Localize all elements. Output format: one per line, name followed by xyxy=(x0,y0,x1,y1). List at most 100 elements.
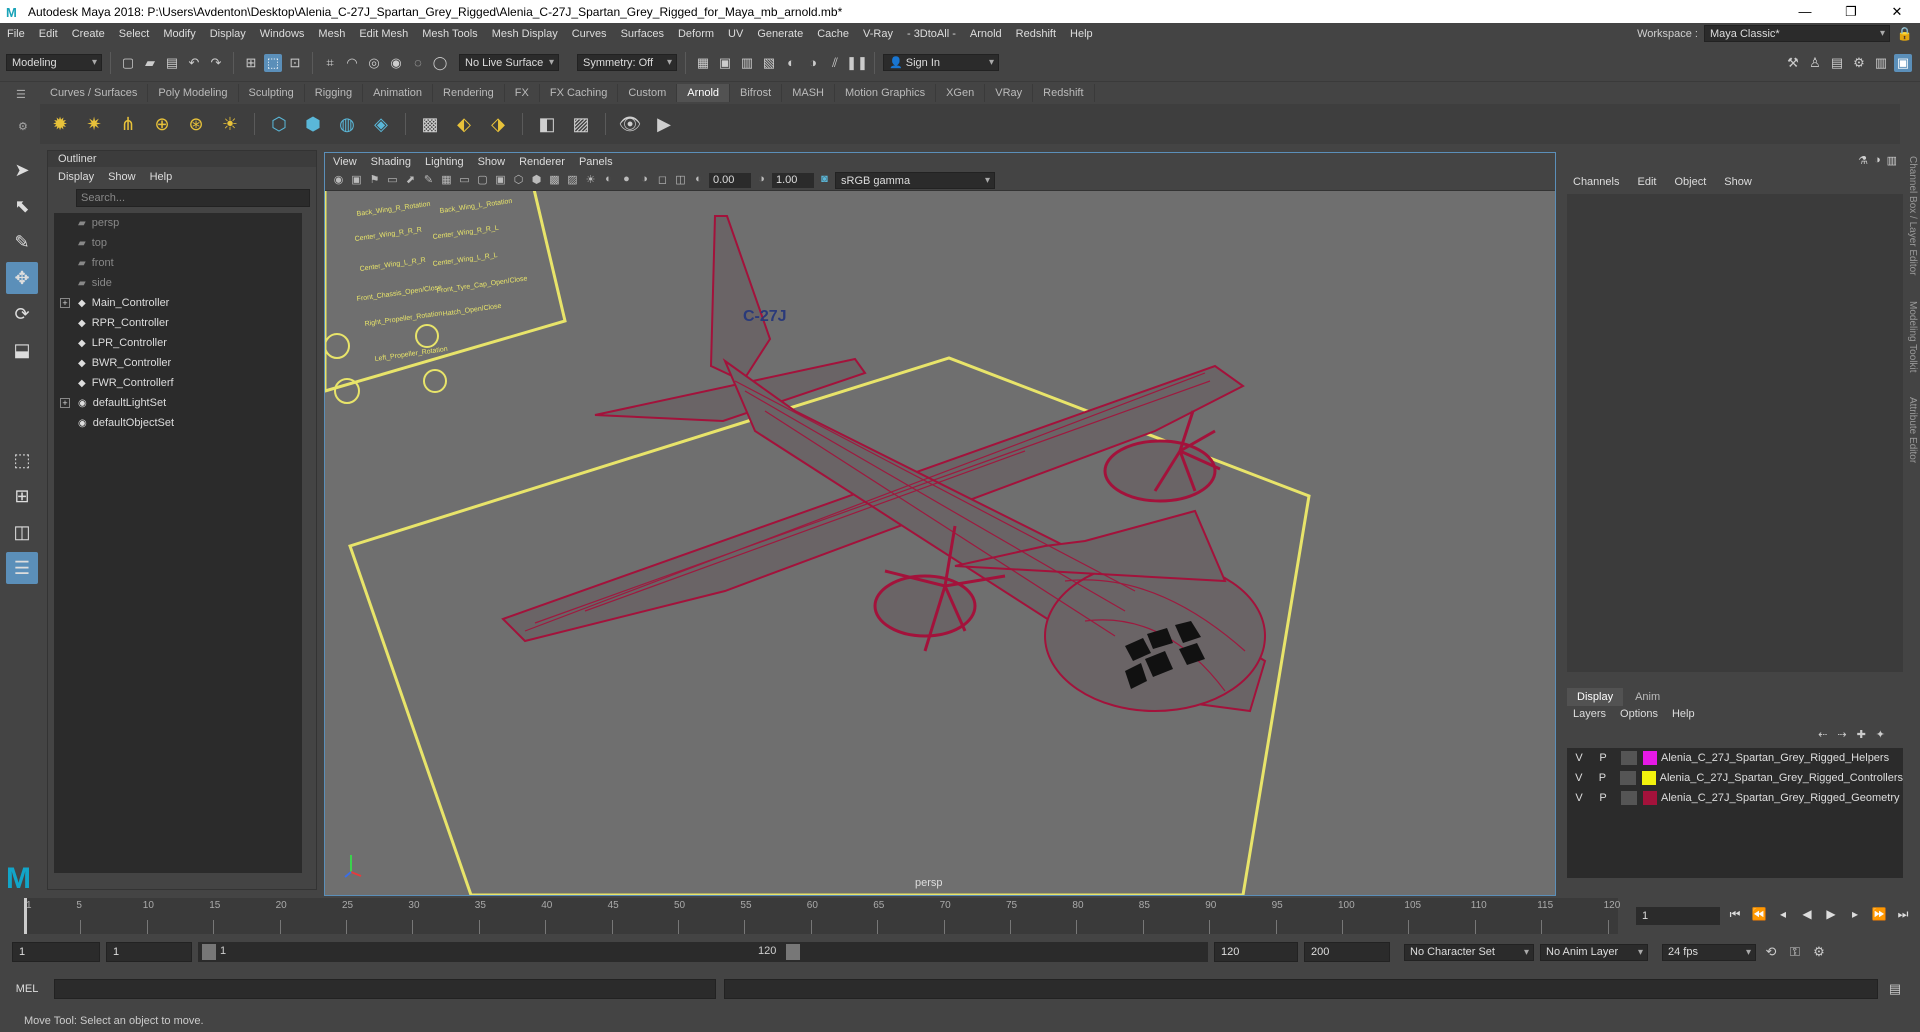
select-object-icon[interactable]: ⬚ xyxy=(264,53,282,72)
menu-uv[interactable]: UV xyxy=(721,28,750,40)
shelf-tab-arnold[interactable]: Arnold xyxy=(677,84,731,102)
step-forward-key-icon[interactable]: ⏩ xyxy=(1870,907,1888,922)
smooth-shade-icon[interactable]: ⬢ xyxy=(529,173,544,188)
render-view-icon[interactable]: ▦ xyxy=(694,54,712,72)
shelf-menu-icon[interactable]: ☰ xyxy=(16,88,26,101)
select-component-icon[interactable]: ⊡ xyxy=(286,54,304,72)
snap-surface-icon[interactable]: ◌ xyxy=(409,54,427,72)
symmetry-dropdown[interactable]: Symmetry: Off xyxy=(577,54,677,71)
outliner-item[interactable]: ◆ LPR_Controller xyxy=(54,333,302,353)
resolution-gate-icon[interactable]: ▢ xyxy=(475,173,490,188)
control-label[interactable]: Left_Propeller_Rotation xyxy=(374,346,448,363)
textured-icon[interactable]: ▨ xyxy=(565,173,580,188)
two-d-pan-icon[interactable]: ⬈ xyxy=(403,173,418,188)
layer-visibility-toggle[interactable]: V xyxy=(1567,772,1591,784)
character-controls-icon[interactable]: ♙ xyxy=(1806,54,1824,72)
layer-playback-toggle[interactable]: P xyxy=(1591,772,1615,784)
viewport-menu-lighting[interactable]: Lighting xyxy=(425,156,464,168)
outliner-item[interactable]: ▰ front xyxy=(54,253,302,273)
image-plane-icon[interactable]: ▭ xyxy=(385,173,400,188)
layer-editor-icon[interactable]: ▣ xyxy=(1894,53,1912,72)
outliner-menu-display[interactable]: Display xyxy=(58,171,94,183)
ambient-occlusion-icon[interactable]: ● xyxy=(619,173,634,188)
standin-icon[interactable]: ⬡ xyxy=(265,110,293,138)
menu--3dtoall-[interactable]: - 3DtoAll - xyxy=(900,28,963,40)
layer-visibility-toggle[interactable]: V xyxy=(1567,752,1591,764)
color-management-icon[interactable]: ◙ xyxy=(817,173,832,188)
current-time-marker[interactable] xyxy=(24,898,27,934)
layer-visibility-toggle[interactable]: V xyxy=(1567,792,1591,804)
checker-icon[interactable]: ▨ xyxy=(567,110,595,138)
camera-attributes-icon[interactable]: ▣ xyxy=(349,173,364,188)
mel-label[interactable]: MEL xyxy=(0,983,54,995)
menu-edit[interactable]: Edit xyxy=(32,28,65,40)
current-frame-field[interactable]: 1 xyxy=(1636,907,1720,925)
outliner-item[interactable]: + ◉ defaultLightSet xyxy=(54,393,302,413)
lights-icon[interactable]: ☀ xyxy=(583,173,598,188)
fps-dropdown[interactable]: 24 fps xyxy=(1662,943,1756,961)
snap-point-icon[interactable]: ◎ xyxy=(365,54,383,72)
render-cube-icon[interactable]: ◈ xyxy=(367,110,395,138)
mesh-light-icon[interactable]: ⊛ xyxy=(182,110,210,138)
snap-grid-icon[interactable]: ⌗ xyxy=(321,54,339,72)
step-back-key-icon[interactable]: ⏪ xyxy=(1750,907,1768,922)
open-scene-icon[interactable]: ▰ xyxy=(141,54,159,72)
flush-textures-icon[interactable]: ⬖ xyxy=(450,110,478,138)
tx-manager-icon[interactable]: ⬗ xyxy=(484,110,512,138)
wireframe-on-shaded-icon[interactable]: ▩ xyxy=(547,173,562,188)
shelf-tab-sculpting[interactable]: Sculpting xyxy=(239,84,305,102)
render-icon[interactable]: ▣ xyxy=(716,54,734,72)
outliner-item[interactable]: ◆ RPR_Controller xyxy=(54,313,302,333)
playblast-icon[interactable]: ▶ xyxy=(650,110,678,138)
live-surface-field[interactable]: No Live Surface xyxy=(459,54,559,71)
menu-create[interactable]: Create xyxy=(65,28,112,40)
character-set-dropdown[interactable]: No Character Set xyxy=(1404,943,1534,961)
menu-modify[interactable]: Modify xyxy=(156,28,202,40)
layer-list[interactable]: V P Alenia_C_27J_Spartan_Grey_Rigged_Helpe… xyxy=(1567,748,1903,878)
viewport-menu-shading[interactable]: Shading xyxy=(371,156,411,168)
shelf-tab-custom[interactable]: Custom xyxy=(618,84,678,102)
shelf-tab-rigging[interactable]: Rigging xyxy=(305,84,364,102)
menu-v-ray[interactable]: V-Ray xyxy=(856,28,900,40)
shelf-tab-bifrost[interactable]: Bifrost xyxy=(730,84,783,102)
viewport-menu-panels[interactable]: Panels xyxy=(579,156,613,168)
range-bar[interactable]: 1 120 xyxy=(198,942,1208,962)
shelf-tab-curves-surfaces[interactable]: Curves / Surfaces xyxy=(40,84,149,102)
menu-deform[interactable]: Deform xyxy=(671,28,721,40)
menu-mesh[interactable]: Mesh xyxy=(311,28,352,40)
menu-cache[interactable]: Cache xyxy=(810,28,856,40)
viewport-menu-renderer[interactable]: Renderer xyxy=(519,156,565,168)
outliner-item[interactable]: ▰ side xyxy=(54,273,302,293)
shelf-tab-mash[interactable]: MASH xyxy=(782,84,835,102)
control-label[interactable]: Front_Chassis_Open/Close xyxy=(356,284,442,303)
outliner-item[interactable]: ◉ defaultObjectSet xyxy=(54,413,302,433)
shelf-tab-motion-graphics[interactable]: Motion Graphics xyxy=(835,84,937,102)
side-tab-2[interactable]: Attribute Editor xyxy=(1907,397,1918,463)
layer-icon[interactable]: ▥ xyxy=(1887,154,1897,167)
undo-icon[interactable]: ↶ xyxy=(185,54,203,72)
end-time-field[interactable]: 200 xyxy=(1304,942,1390,962)
side-tab-1[interactable]: Modeling Toolkit xyxy=(1907,301,1918,373)
layer-menu-help[interactable]: Help xyxy=(1672,708,1695,720)
layer-color-swatch[interactable] xyxy=(1641,771,1656,785)
layer-tab-display[interactable]: Display xyxy=(1567,688,1624,706)
play-backward-icon[interactable]: ◀ xyxy=(1798,907,1816,922)
control-label[interactable]: Center_Wing_R_R_R xyxy=(354,227,422,243)
menu-surfaces[interactable]: Surfaces xyxy=(614,28,671,40)
grid-icon[interactable]: ▦ xyxy=(439,173,454,188)
gamma-field[interactable]: 1.00 xyxy=(772,173,814,188)
skydome-light-icon[interactable]: ✹ xyxy=(46,110,74,138)
channel-box-icon[interactable]: ▥ xyxy=(1872,54,1890,72)
bookmarks-icon[interactable]: ⚑ xyxy=(367,173,382,188)
menu-arnold[interactable]: Arnold xyxy=(963,28,1009,40)
close-icon[interactable]: ✕ xyxy=(1874,4,1920,20)
step-back-frame-icon[interactable]: ◂ xyxy=(1774,907,1792,922)
arnold-ipr-icon[interactable]: ⫽ xyxy=(826,54,844,72)
menu-generate[interactable]: Generate xyxy=(750,28,810,40)
layer-display-type[interactable] xyxy=(1621,751,1637,765)
outliner-item[interactable]: ▰ persp xyxy=(54,213,302,233)
menu-file[interactable]: File xyxy=(0,28,32,40)
outliner-item[interactable]: ▰ top xyxy=(54,233,302,253)
autokey-icon[interactable]: ⚿ xyxy=(1786,943,1804,961)
control-label[interactable]: Center_Wing_R_R_L xyxy=(432,225,499,241)
